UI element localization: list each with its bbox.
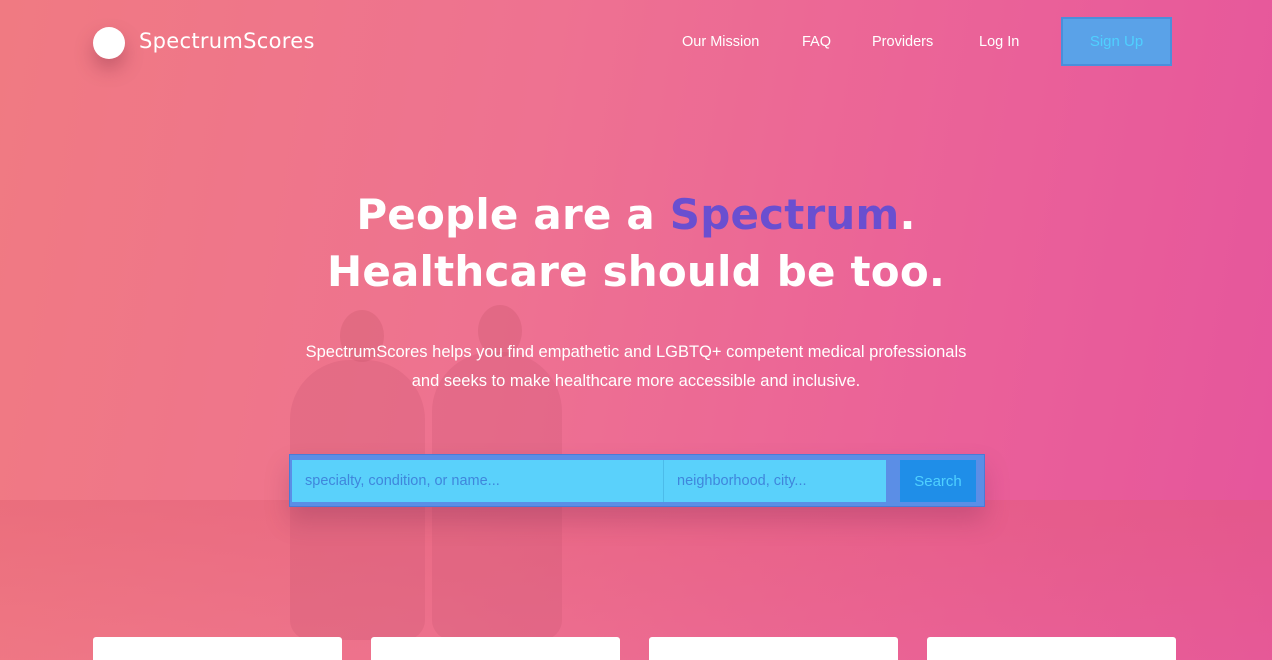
nav-our-mission-link[interactable]: Our Mission bbox=[682, 34, 759, 50]
hero-title-suffix: . bbox=[899, 190, 916, 239]
hero-title-line1: People are a Spectrum. bbox=[0, 190, 1272, 239]
top-navbar: SpectrumScores Our Mission FAQ Providers… bbox=[0, 0, 1272, 86]
nav-login-link[interactable]: Log In bbox=[979, 34, 1019, 50]
brand-name[interactable]: SpectrumScores bbox=[139, 29, 315, 53]
search-query-input[interactable] bbox=[292, 460, 663, 502]
logo-icon[interactable] bbox=[93, 27, 125, 59]
search-location-input[interactable] bbox=[663, 460, 886, 502]
hero-title-line2: Healthcare should be too. bbox=[326, 247, 946, 296]
nav-providers-link[interactable]: Providers bbox=[872, 34, 933, 50]
feature-card bbox=[927, 637, 1176, 660]
search-button[interactable]: Search bbox=[900, 460, 976, 502]
hero-subtitle-line1: SpectrumScores helps you find empathetic… bbox=[305, 343, 967, 361]
nav-faq-link[interactable]: FAQ bbox=[802, 34, 831, 50]
hero-title-prefix: People are a bbox=[356, 190, 670, 239]
feature-card bbox=[371, 637, 620, 660]
hero-subtitle-line2: and seeks to make healthcare more access… bbox=[411, 372, 861, 390]
hero-title-accent: Spectrum bbox=[669, 190, 900, 239]
hero-background-photo bbox=[0, 0, 1272, 660]
feature-card bbox=[649, 637, 898, 660]
search-bar: Search bbox=[289, 454, 985, 507]
feature-card bbox=[93, 637, 342, 660]
signup-button[interactable]: Sign Up bbox=[1061, 17, 1172, 66]
